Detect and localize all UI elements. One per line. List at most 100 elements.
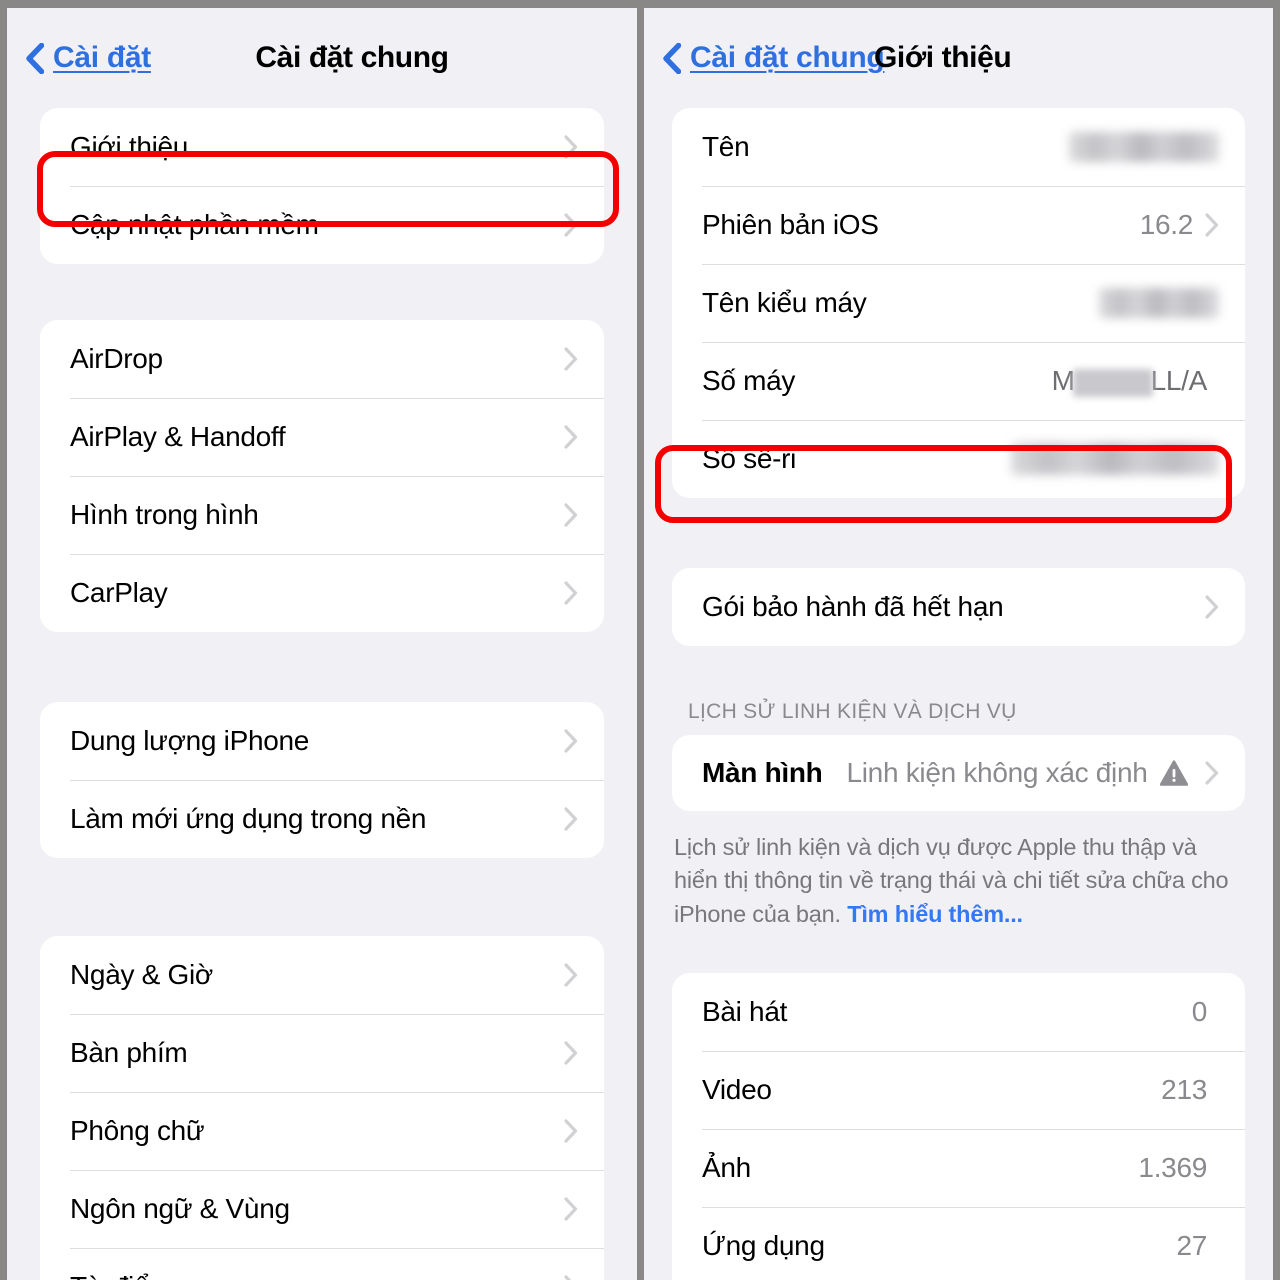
row-label: Dung lượng iPhone xyxy=(70,725,310,756)
row-label: Phông chữ xyxy=(70,1115,205,1146)
about-row-model-name[interactable]: Tên kiểu máy xyxy=(672,264,1245,342)
device-info-group: Tên Phiên bản iOS 16.2 Tên kiểu máy Số m… xyxy=(672,108,1245,498)
chevron-left-icon xyxy=(662,42,681,74)
row-label: Tên kiểu máy xyxy=(702,287,867,318)
about-row-warranty[interactable]: Gói bảo hành đã hết hạn xyxy=(672,568,1245,646)
redacted-serial-number xyxy=(1011,443,1219,475)
redacted-model-number-middle xyxy=(1072,368,1153,397)
row-label: Hình trong hình xyxy=(70,499,259,530)
settings-row-dictionary[interactable]: Từ điển xyxy=(40,1248,604,1280)
chevron-left-icon xyxy=(25,42,44,74)
chevron-right-icon xyxy=(1205,595,1219,619)
row-label: Bài hát xyxy=(702,996,788,1028)
settings-group-about: Giới thiệu Cập nhật phần mềm xyxy=(40,108,604,264)
row-label: Tên xyxy=(702,131,750,162)
row-label: Bàn phím xyxy=(70,1037,188,1068)
row-label: Ảnh xyxy=(702,1152,751,1184)
model-number-value: M LL/A xyxy=(1052,365,1207,397)
redacted-model-name xyxy=(1099,288,1219,318)
general-settings-screen: Cài đặt Cài đặt chung Giới thiệu Cập nhậ… xyxy=(7,8,637,1280)
right-navigation-bar: Cài đặt chung Giới thiệu xyxy=(644,8,1273,108)
learn-more-link[interactable]: Tìm hiểu thêm... xyxy=(847,901,1023,927)
settings-row-language-region[interactable]: Ngôn ngữ & Vùng xyxy=(40,1170,604,1248)
chevron-right-icon xyxy=(564,1041,578,1065)
settings-row-about[interactable]: Giới thiệu xyxy=(40,108,604,186)
chevron-right-icon xyxy=(564,963,578,987)
settings-row-background-app-refresh[interactable]: Làm mới ứng dụng trong nền xyxy=(40,780,604,858)
model-number-suffix: LL/A xyxy=(1150,365,1208,396)
row-label: Số máy xyxy=(702,365,796,396)
settings-row-keyboard[interactable]: Bàn phím xyxy=(40,1014,604,1092)
settings-row-date-time[interactable]: Ngày & Giờ xyxy=(40,936,604,1014)
parts-row-status: Linh kiện không xác định xyxy=(846,757,1148,788)
settings-row-fonts[interactable]: Phông chữ xyxy=(40,1092,604,1170)
parts-history-footnote: Lịch sử linh kiện và dịch vụ được Apple … xyxy=(644,811,1273,931)
back-label: Cài đặt chung xyxy=(690,41,885,74)
about-row-display-part[interactable]: Màn hình Linh kiện không xác định xyxy=(672,735,1245,811)
chevron-right-icon xyxy=(564,729,578,753)
chevron-right-icon xyxy=(564,213,578,237)
warranty-group: Gói bảo hành đã hết hạn xyxy=(672,568,1245,646)
chevron-right-icon xyxy=(1205,761,1219,785)
settings-row-airplay-handoff[interactable]: AirPlay & Handoff xyxy=(40,398,604,476)
settings-group-connectivity: AirDrop AirPlay & Handoff Hình trong hìn… xyxy=(40,320,604,632)
back-to-settings-button[interactable]: Cài đặt xyxy=(25,41,151,75)
row-label: Ngôn ngữ & Vùng xyxy=(70,1193,290,1224)
about-row-photos: Ảnh 1.369 xyxy=(672,1129,1245,1208)
about-screen: Cài đặt chung Giới thiệu Tên Phiên bản i… xyxy=(644,8,1273,1280)
settings-row-carplay[interactable]: CarPlay xyxy=(40,554,604,632)
model-number-prefix: M xyxy=(1051,365,1075,396)
row-label: Số sê-ri xyxy=(702,443,797,474)
row-label: Làm mới ứng dụng trong nền xyxy=(70,803,427,834)
chevron-right-icon xyxy=(1205,213,1219,237)
about-row-ios-version[interactable]: Phiên bản iOS 16.2 xyxy=(672,186,1245,264)
videos-count: 213 xyxy=(1161,1074,1207,1106)
songs-count: 0 xyxy=(1191,996,1208,1028)
left-navigation-bar: Cài đặt Cài đặt chung xyxy=(7,8,637,108)
row-label: Giới thiệu xyxy=(70,131,189,162)
redacted-device-name xyxy=(1069,132,1219,162)
panel-divider xyxy=(637,0,644,1280)
warning-triangle-icon xyxy=(1159,760,1188,786)
chevron-right-icon xyxy=(564,1119,578,1143)
screenshot-canvas: Cài đặt Cài đặt chung Giới thiệu Cập nhậ… xyxy=(0,0,1280,1280)
about-row-songs: Bài hát 0 xyxy=(672,973,1245,1052)
settings-group-storage: Dung lượng iPhone Làm mới ứng dụng trong… xyxy=(40,702,604,858)
chevron-right-icon xyxy=(564,1197,578,1221)
row-label: Gói bảo hành đã hết hạn xyxy=(702,591,1004,622)
settings-row-picture-in-picture[interactable]: Hình trong hình xyxy=(40,476,604,554)
row-label: Cập nhật phần mềm xyxy=(70,209,319,240)
row-label: Từ điển xyxy=(70,1271,165,1280)
about-row-name[interactable]: Tên xyxy=(672,108,1245,186)
parts-history-section-header: LỊCH SỬ LINH KIỆN VÀ DỊCH VỤ xyxy=(688,700,1017,723)
chevron-right-icon xyxy=(564,503,578,527)
row-label: Ngày & Giờ xyxy=(70,959,213,990)
chevron-right-icon xyxy=(564,347,578,371)
about-row-serial-number[interactable]: Số sê-ri xyxy=(672,420,1245,498)
row-label: AirPlay & Handoff xyxy=(70,421,286,452)
about-row-apps: Ứng dụng 27 xyxy=(672,1207,1245,1280)
chevron-right-icon xyxy=(564,135,578,159)
apps-count: 27 xyxy=(1176,1230,1207,1262)
photos-count: 1.369 xyxy=(1138,1152,1207,1184)
row-label: CarPlay xyxy=(70,577,168,608)
back-to-general-settings-button[interactable]: Cài đặt chung xyxy=(662,41,885,75)
about-row-model-number[interactable]: Số máy M LL/A xyxy=(672,342,1245,420)
settings-row-software-update[interactable]: Cập nhật phần mềm xyxy=(40,186,604,264)
media-stats-group: Bài hát 0 Video 213 Ảnh 1.369 Ứng dụng 2… xyxy=(672,973,1245,1280)
settings-row-airdrop[interactable]: AirDrop xyxy=(40,320,604,398)
ios-version-value: 16.2 xyxy=(1139,209,1194,240)
chevron-right-icon xyxy=(564,1275,578,1280)
chevron-right-icon xyxy=(564,581,578,605)
row-label: Video xyxy=(702,1074,772,1106)
settings-row-iphone-storage[interactable]: Dung lượng iPhone xyxy=(40,702,604,780)
back-label: Cài đặt xyxy=(53,41,151,74)
row-label: Ứng dụng xyxy=(702,1230,825,1262)
chevron-right-icon xyxy=(564,425,578,449)
